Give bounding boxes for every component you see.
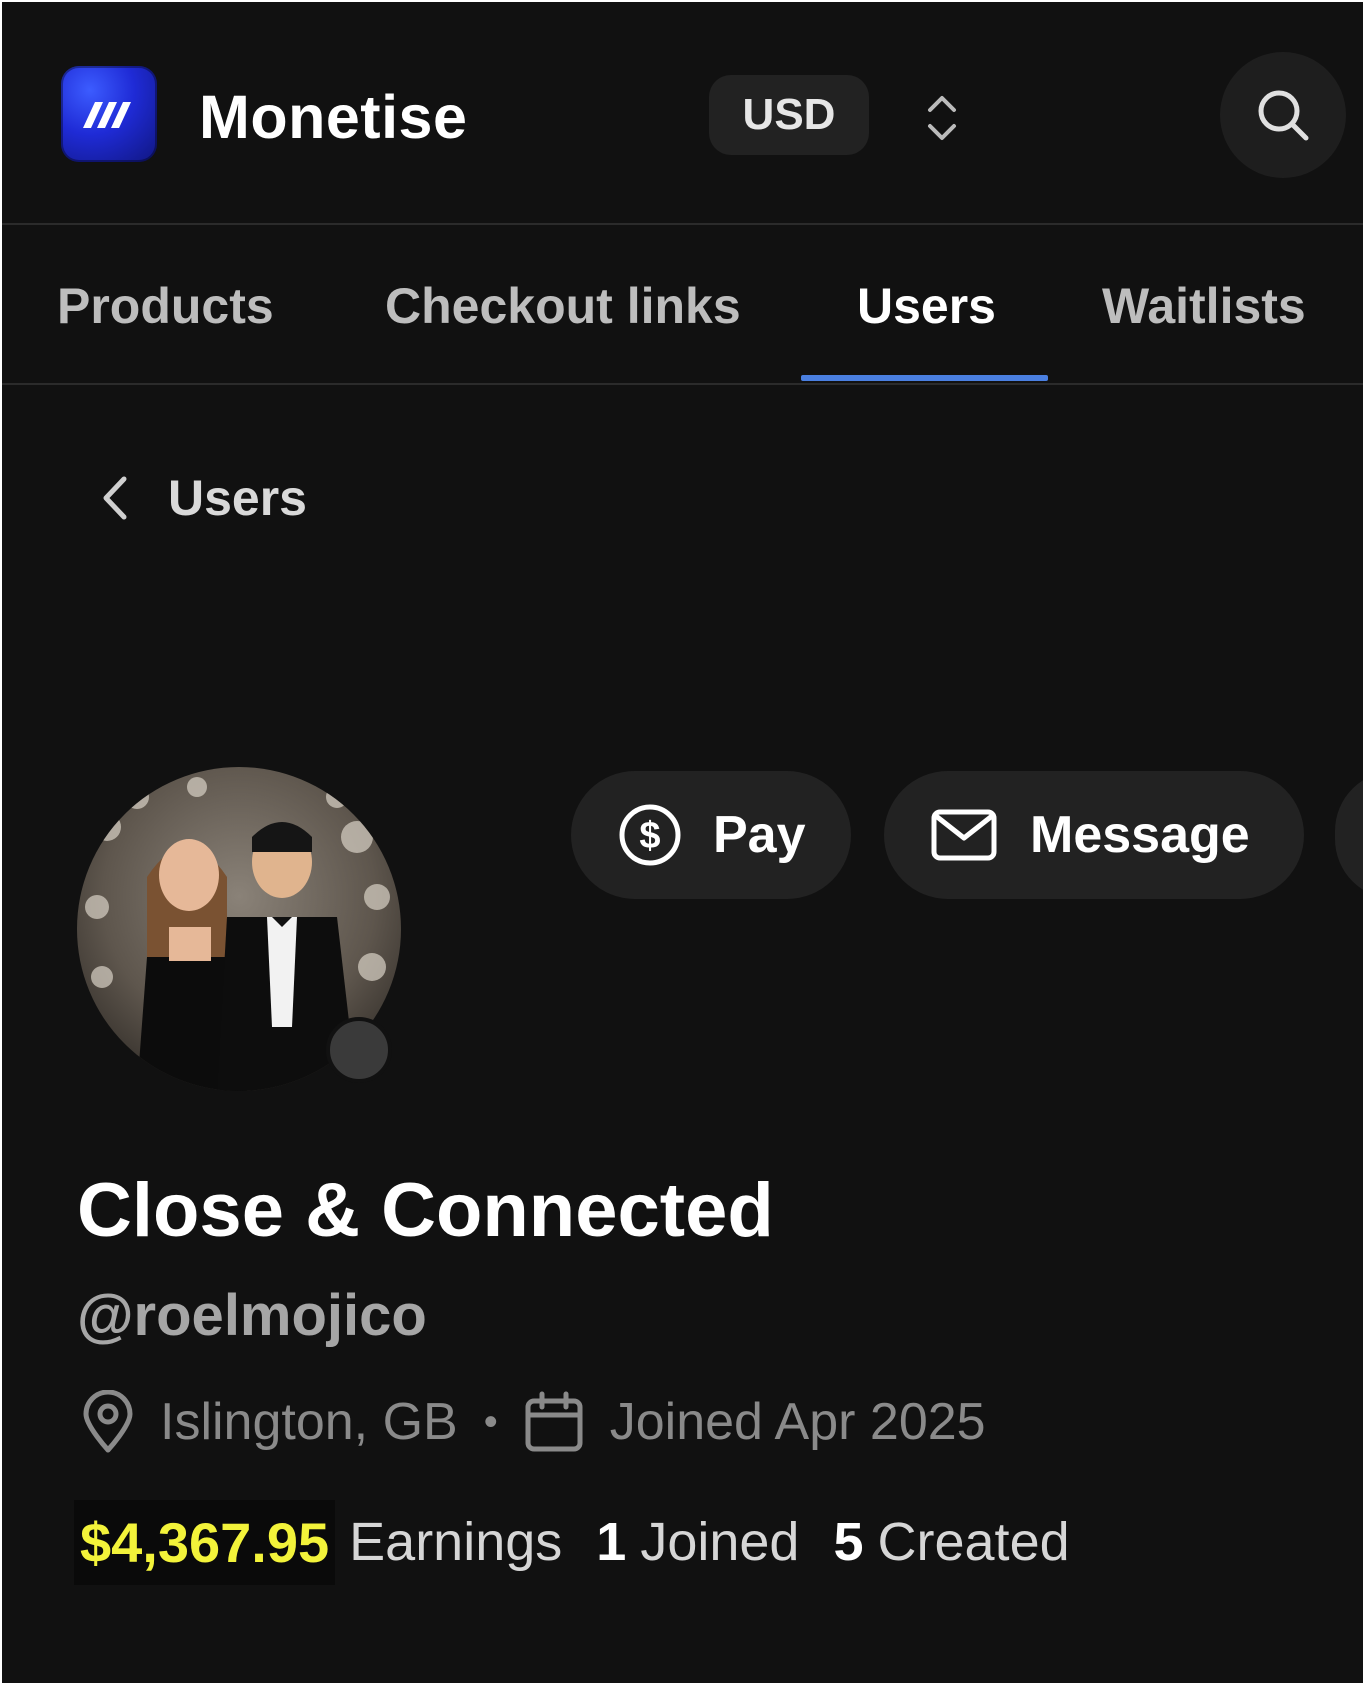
app-window: Monetise USD Products Checkout links Use… bbox=[2, 2, 1363, 1683]
joined-count: 1 bbox=[596, 1512, 627, 1572]
earnings-label: Earnings bbox=[349, 1512, 563, 1572]
nav-tabs: Products Checkout links Users Waitlists bbox=[2, 225, 1363, 385]
calendar-icon bbox=[525, 1391, 583, 1452]
meta-separator: • bbox=[483, 1399, 498, 1444]
profile-handle: @roelmojico bbox=[77, 1283, 427, 1348]
pay-button-label: Pay bbox=[713, 806, 806, 864]
tab-products[interactable]: Products bbox=[57, 277, 274, 335]
message-button[interactable]: Message bbox=[884, 771, 1304, 899]
top-header: Monetise USD bbox=[2, 2, 1363, 225]
search-button[interactable] bbox=[1220, 52, 1346, 178]
breadcrumb[interactable]: Users bbox=[100, 468, 307, 528]
profile-meta: Islington, GB • Joined Apr 2025 bbox=[82, 1387, 986, 1457]
earnings-value: $4,367.95 bbox=[74, 1499, 336, 1585]
breadcrumb-label: Users bbox=[168, 470, 307, 526]
svg-text:$: $ bbox=[639, 815, 660, 857]
profile-display-name: Close & Connected bbox=[77, 1168, 774, 1253]
brand-name: Monetise bbox=[199, 83, 468, 151]
created-label: Created bbox=[877, 1512, 1070, 1572]
message-button-label: Message bbox=[1030, 806, 1250, 864]
dollar-circle-icon: $ bbox=[619, 804, 681, 866]
tab-checkout-links[interactable]: Checkout links bbox=[385, 277, 741, 335]
online-status-indicator bbox=[326, 1017, 392, 1083]
more-actions-button[interactable] bbox=[1335, 771, 1363, 899]
active-tab-indicator bbox=[801, 375, 1048, 381]
search-icon bbox=[1258, 90, 1309, 141]
mail-icon bbox=[931, 809, 997, 861]
tab-users[interactable]: Users bbox=[857, 277, 996, 335]
chevron-up-down-icon[interactable] bbox=[922, 88, 962, 148]
monetise-logo-icon[interactable] bbox=[61, 66, 157, 162]
tab-waitlists[interactable]: Waitlists bbox=[1102, 277, 1306, 335]
joined-label: Joined bbox=[640, 1512, 800, 1572]
created-count: 5 bbox=[833, 1512, 864, 1572]
profile-stats: $4,367.95 Earnings 1 Joined 5 Created bbox=[74, 1499, 1070, 1585]
chevron-left-icon bbox=[103, 476, 127, 520]
map-pin-icon bbox=[83, 1390, 133, 1453]
currency-selector[interactable]: USD bbox=[709, 75, 869, 155]
profile-joined-date: Joined Apr 2025 bbox=[609, 1393, 986, 1451]
pay-button[interactable]: $ Pay bbox=[571, 771, 851, 899]
profile-location: Islington, GB bbox=[160, 1393, 458, 1451]
